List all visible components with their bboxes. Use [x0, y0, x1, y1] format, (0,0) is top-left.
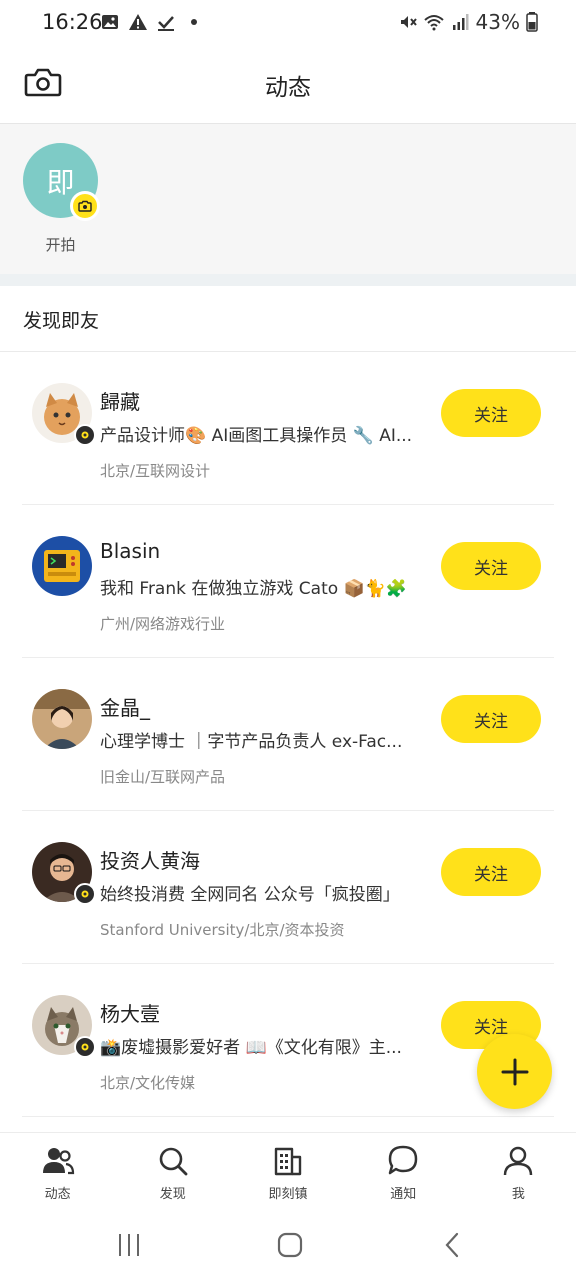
search-icon: [159, 1147, 188, 1176]
nav-label: 通知: [390, 1187, 417, 1202]
nav-label: 发现: [159, 1187, 186, 1202]
tab-feed[interactable]: 动态: [0, 1133, 115, 1212]
dot-icon: [191, 19, 197, 25]
app-header: 动态: [0, 48, 576, 124]
friend-bio: 始终投消费 全网同名 公众号「疯投圈」: [100, 885, 400, 905]
badge-icon: [74, 424, 96, 446]
create-post-button[interactable]: [477, 1034, 552, 1109]
avatar-text: 即: [46, 165, 75, 199]
image-icon: [102, 15, 118, 29]
battery-percent: 43%: [475, 10, 520, 34]
friend-bio: 我和 Frank 在做独立游戏 Cato 📦🐈🧩: [100, 579, 408, 599]
tab-discover[interactable]: 发现: [115, 1133, 230, 1212]
avatar[interactable]: [32, 689, 92, 749]
friend-item[interactable]: Blasin 我和 Frank 在做独立游戏 Cato 📦🐈🧩 广州/网络游戏行…: [22, 505, 554, 658]
friend-meta: 旧金山/互联网产品: [100, 768, 226, 786]
plus-icon: [501, 1058, 528, 1085]
friend-list: 歸藏 产品设计师🎨 AI画图工具操作员 🔧 AI... 北京/互联网设计 关注 …: [0, 352, 576, 1117]
friend-name: Blasin: [100, 539, 161, 563]
friend-meta: 北京/互联网设计: [100, 462, 211, 480]
bottom-nav: 动态 发现 即刻镇 通知 我: [0, 1132, 576, 1212]
buildings-icon: [274, 1147, 302, 1176]
wifi-icon: [423, 15, 444, 31]
friend-item[interactable]: 歸藏 产品设计师🎨 AI画图工具操作员 🔧 AI... 北京/互联网设计 关注: [22, 352, 554, 505]
recent-apps-icon[interactable]: [116, 1232, 142, 1258]
status-right-icons: 43%: [398, 10, 538, 34]
tab-notifications[interactable]: 通知: [346, 1133, 461, 1212]
friend-bio: 产品设计师🎨 AI画图工具操作员 🔧 AI...: [100, 426, 413, 446]
status-notification-icons: [100, 12, 204, 32]
follow-button[interactable]: 关注: [441, 542, 541, 590]
battery-icon: [526, 12, 538, 32]
discover-title: 发现即友: [23, 310, 100, 332]
follow-button[interactable]: 关注: [441, 389, 541, 437]
check-icon: [158, 16, 174, 31]
chat-bubble-icon: [388, 1145, 418, 1175]
friend-name: 金晶_: [100, 696, 150, 720]
story-label: 开拍: [45, 236, 76, 254]
signal-icon: [452, 14, 469, 30]
friend-item[interactable]: 投资人黄海 始终投消费 全网同名 公众号「疯投圈」 Stanford Unive…: [22, 811, 554, 964]
friend-bio: 📸废墟摄影爱好者 📖《文化有限》主...: [100, 1038, 402, 1058]
status-time: 16:26: [42, 10, 103, 34]
camera-badge-icon: [70, 191, 100, 221]
person-icon: [504, 1146, 533, 1176]
friend-meta: 广州/网络游戏行业: [100, 615, 226, 633]
badge-icon: [74, 883, 96, 905]
friend-name: 投资人黄海: [100, 849, 200, 873]
mute-icon: [400, 16, 417, 28]
avatar[interactable]: [32, 536, 92, 596]
friend-bio: 心理学博士 ｜字节产品负责人 ex-Fac...: [100, 732, 403, 752]
friend-meta: 北京/文化传媒: [100, 1074, 196, 1092]
status-bar: 16:26 43%: [0, 0, 576, 48]
tab-town[interactable]: 即刻镇: [230, 1133, 345, 1212]
warning-icon: [129, 14, 147, 30]
people-icon: [42, 1148, 74, 1175]
story-section: 即 开拍: [0, 124, 576, 274]
page-title: 动态: [265, 75, 311, 101]
follow-button[interactable]: 关注: [441, 695, 541, 743]
system-nav-bar: [0, 1212, 576, 1280]
nav-label: 动态: [44, 1187, 71, 1202]
section-divider: [0, 274, 576, 286]
friend-item[interactable]: 金晶_ 心理学博士 ｜字节产品负责人 ex-Fac... 旧金山/互联网产品 关…: [22, 658, 554, 811]
nav-label: 我: [511, 1187, 525, 1202]
friend-name: 杨大壹: [100, 1002, 160, 1026]
badge-icon: [74, 1036, 96, 1058]
nav-label: 即刻镇: [268, 1187, 308, 1202]
follow-button[interactable]: 关注: [441, 848, 541, 896]
back-icon[interactable]: [440, 1232, 466, 1258]
home-icon[interactable]: [277, 1232, 303, 1258]
friend-meta: Stanford University/北京/资本投资: [100, 921, 345, 939]
friend-item[interactable]: 杨大壹 📸废墟摄影爱好者 📖《文化有限》主... 北京/文化传媒 关注: [22, 964, 554, 1117]
tab-me[interactable]: 我: [461, 1133, 576, 1212]
friend-name: 歸藏: [100, 390, 140, 414]
